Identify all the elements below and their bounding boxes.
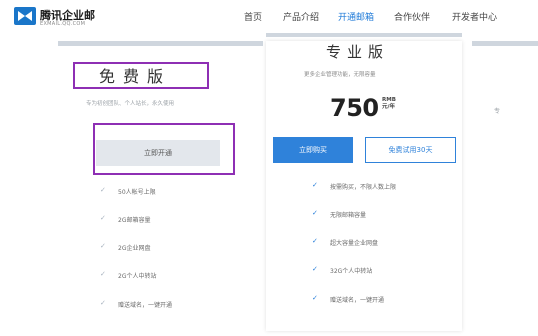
nav-partners[interactable]: 合作伙伴 — [394, 10, 430, 23]
pro-feature: 赠送域名，一键开通 — [330, 297, 385, 304]
highlight-box-title — [73, 62, 209, 89]
nav-product-intro[interactable]: 产品介绍 — [283, 10, 319, 23]
pro-feature: 超大容量企业网盘 — [330, 240, 379, 247]
site-header: 腾讯企业邮 EXMAIL.QQ.COM 首页 产品介绍 开通邮箱 合作伙伴 开发… — [0, 0, 538, 34]
pro-plan-card: 专业版 更多企业管理功能，无限容量 750 RMB 元/年 立即购买 免费试用3… — [266, 33, 462, 331]
pro-price: 750 — [330, 94, 379, 122]
check-icon: ✓ — [312, 294, 318, 302]
price-unit-period: 元/年 — [382, 104, 396, 110]
nav-developer-center[interactable]: 开发者中心 — [452, 10, 497, 23]
check-icon: ✓ — [312, 209, 318, 217]
free-plan-subtitle: 专为初创团队、个人站长，永久使用 — [86, 101, 175, 107]
pro-feature: 按需购买，不限人数上限 — [330, 184, 397, 191]
logo-mail-icon — [14, 7, 36, 25]
highlight-box-button — [93, 123, 235, 175]
nav-open-mailbox[interactable]: 开通邮箱 — [338, 10, 374, 23]
enterprise-plan-card: 专 — [472, 41, 538, 336]
logo-subtext: EXMAIL.QQ.COM — [40, 21, 86, 27]
check-icon: ✓ — [100, 270, 106, 278]
pro-plan-subtitle: 更多企业管理功能，无限容量 — [304, 72, 376, 78]
pro-plan-title: 专业版 — [326, 43, 390, 61]
pro-feature: 无限邮箱容量 — [330, 212, 367, 219]
check-icon: ✓ — [312, 181, 318, 189]
price-unit: RMB 元/年 — [382, 97, 396, 111]
enterprise-plan-text: 专 — [494, 108, 501, 115]
check-icon: ✓ — [312, 265, 318, 273]
card-top-bar — [266, 33, 462, 37]
free-feature: 2G个人中转站 — [118, 273, 157, 280]
free-feature: 50人帐号上限 — [118, 189, 156, 196]
check-icon: ✓ — [312, 237, 318, 245]
check-icon: ✓ — [100, 186, 106, 194]
nav-home[interactable]: 首页 — [244, 10, 262, 23]
check-icon: ✓ — [100, 299, 106, 307]
pro-feature: 32G个人中转站 — [330, 268, 373, 275]
free-feature: 2G邮箱容量 — [118, 217, 151, 224]
free-feature: 赠送域名，一键开通 — [118, 302, 173, 309]
buy-now-button[interactable]: 立即购买 — [273, 137, 353, 163]
check-icon: ✓ — [100, 214, 106, 222]
check-icon: ✓ — [100, 242, 106, 250]
free-feature: 2G企业网盘 — [118, 245, 151, 252]
price-unit-currency: RMB — [382, 97, 396, 103]
free-trial-button[interactable]: 免费试用30天 — [365, 137, 456, 163]
